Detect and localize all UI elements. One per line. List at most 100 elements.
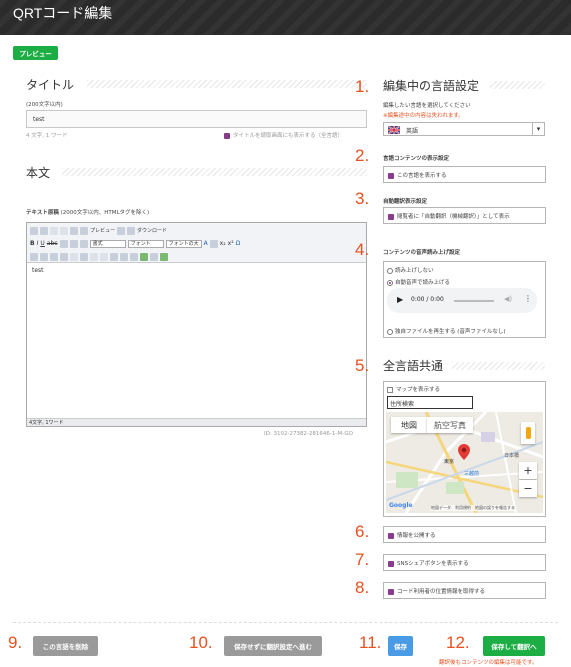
language-selected: 英語: [406, 128, 419, 135]
save-and-translate-button[interactable]: 保存して翻訳へ: [483, 636, 545, 656]
pegman-icon[interactable]: [521, 422, 535, 444]
auto-translate-checkbox[interactable]: [388, 213, 394, 220]
toolbar-download-button[interactable]: ダウンロード: [137, 227, 167, 234]
title-heading-text: タイトル: [26, 78, 75, 92]
auto-translate-option[interactable]: 閲覧者に「自動翻訳（機械翻訳）」として表示: [388, 212, 510, 220]
smiley-icon[interactable]: [100, 252, 108, 261]
language-divider: [490, 81, 545, 89]
table-icon[interactable]: [90, 252, 98, 261]
superscript-icon[interactable]: x²: [228, 240, 234, 247]
common-divider: [452, 362, 545, 370]
show-map-label: マップを表示する: [396, 387, 441, 393]
flash-icon[interactable]: [140, 252, 148, 261]
link-icon[interactable]: [110, 252, 118, 261]
publish-option[interactable]: 情報を公開する: [388, 531, 436, 539]
strike-button[interactable]: abc: [47, 240, 58, 247]
replace-icon[interactable]: [127, 226, 136, 235]
location-checkbox[interactable]: [388, 588, 394, 595]
audio-opt3-label: 独自ファイルを再生する (音声ファイルなし): [395, 329, 506, 335]
font-size-select[interactable]: フォントの大: [165, 239, 202, 248]
save-button[interactable]: 保存: [388, 636, 413, 656]
toolbar-preview-button[interactable]: プレビュー: [90, 227, 115, 234]
common-heading-text: 全言語共通: [383, 359, 444, 373]
hr-icon[interactable]: [70, 252, 78, 261]
italic-button[interactable]: I: [37, 240, 39, 247]
outdent-icon[interactable]: [50, 252, 58, 261]
redo-icon[interactable]: [60, 226, 68, 235]
play-icon[interactable]: ▶: [397, 295, 403, 304]
rich-text-editor[interactable]: プレビュー ダウンロード B I U abc 書式 フォント フォントの大 A …: [26, 222, 367, 427]
display-option[interactable]: この言語を表示する: [388, 171, 447, 179]
radio-file[interactable]: [387, 328, 393, 335]
find-icon[interactable]: [117, 226, 126, 235]
radio-auto[interactable]: [387, 279, 393, 286]
audio-progress[interactable]: [454, 300, 494, 302]
zoom-out-button[interactable]: −: [519, 480, 537, 497]
bullet-list-icon[interactable]: [40, 252, 48, 261]
show-title-checkbox[interactable]: [224, 132, 230, 139]
image-icon[interactable]: [80, 252, 88, 261]
save-icon[interactable]: [30, 226, 38, 235]
audio-option-file[interactable]: 独自ファイルを再生する (音声ファイルなし): [387, 327, 506, 335]
source-icon[interactable]: [70, 226, 78, 235]
location-option[interactable]: コード利用者の位置情報を取得する: [388, 587, 485, 595]
map-footer[interactable]: 地図データ 利用規約 地図の誤りを報告する: [431, 505, 515, 511]
subscript-icon[interactable]: x₂: [220, 240, 226, 247]
title-input[interactable]: test: [26, 110, 367, 128]
zoom-in-button[interactable]: +: [519, 462, 537, 479]
map-tab-map[interactable]: 地図: [391, 417, 427, 433]
template-icon[interactable]: [80, 226, 88, 235]
undo-icon[interactable]: [50, 226, 58, 235]
align-left-icon[interactable]: [59, 239, 68, 248]
radio-none[interactable]: [387, 267, 393, 274]
sns-option[interactable]: SNSシェアボタンを表示する: [388, 559, 469, 567]
map-tab-map-label: 地図: [401, 420, 417, 430]
bg-color-icon[interactable]: [209, 239, 218, 248]
indent-icon[interactable]: [60, 252, 68, 261]
align-center-icon[interactable]: [69, 239, 78, 248]
unlink-icon[interactable]: [120, 252, 128, 261]
common-heading: 全言語共通: [383, 357, 443, 374]
anchor-icon[interactable]: [130, 252, 138, 261]
more-icon[interactable]: ⋮: [524, 294, 532, 303]
volume-icon[interactable]: ◀): [504, 295, 512, 303]
font-select[interactable]: フォント: [127, 239, 164, 248]
audio-option-none[interactable]: 読み上げしない: [387, 266, 434, 274]
address-search-input[interactable]: 住所検索: [387, 396, 473, 409]
format-select[interactable]: 書式: [89, 239, 126, 248]
omega-icon[interactable]: Ω: [236, 240, 241, 247]
text-color-icon[interactable]: A: [204, 240, 208, 247]
body-heading: 本文: [26, 164, 50, 181]
display-checkbox[interactable]: [388, 172, 394, 179]
language-hint: 編集したい言語を選択してください: [383, 103, 471, 109]
language-select[interactable]: 英語 ▾: [383, 122, 545, 136]
show-title-option[interactable]: タイトルを読取画面にも表示する（全言語）: [224, 131, 343, 139]
map-tab-satellite[interactable]: 航空写真: [427, 417, 473, 433]
toolbar-row-3: [27, 251, 168, 262]
map-box: マップを表示する 住所検索 地図 航空写真 日本橋 三越前 東京 + − Goo…: [383, 381, 546, 517]
delete-language-button[interactable]: この言語を削除: [33, 636, 98, 656]
underline-button[interactable]: U: [40, 240, 44, 247]
new-page-icon[interactable]: [40, 226, 48, 235]
preview-button[interactable]: プレビュー: [13, 46, 58, 60]
display-option-box: この言語を表示する: [383, 166, 546, 183]
skip-to-translation-button[interactable]: 保存せずに翻訳設定へ進む: [224, 636, 322, 656]
map-view[interactable]: 地図 航空写真 日本橋 三越前 東京 + − Google 地図データ 利用規約…: [386, 412, 543, 513]
google-logo: Google: [389, 502, 413, 509]
iframe-icon[interactable]: [150, 252, 158, 261]
align-right-icon[interactable]: [79, 239, 88, 248]
audio-option-auto[interactable]: 自動音声で読み上げる: [387, 278, 450, 286]
sns-checkbox[interactable]: [388, 560, 394, 567]
show-map-checkbox[interactable]: [387, 386, 393, 393]
publish-checkbox[interactable]: [388, 532, 394, 539]
audio-heading: コンテンツの音声読み上げ設定: [383, 250, 461, 256]
body-divider: [62, 168, 367, 176]
map-label-nihonbashi: 日本橋: [504, 453, 520, 459]
audio-player[interactable]: ▶ 0:00 / 0:00 ◀) ⋮: [387, 288, 537, 313]
bold-button[interactable]: B: [30, 240, 35, 247]
numbered-list-icon[interactable]: [30, 252, 38, 261]
editor-content[interactable]: test: [32, 267, 44, 274]
maximize-icon[interactable]: [160, 252, 168, 261]
chevron-down-icon[interactable]: ▾: [532, 123, 544, 135]
show-map-option[interactable]: マップを表示する: [387, 385, 440, 393]
